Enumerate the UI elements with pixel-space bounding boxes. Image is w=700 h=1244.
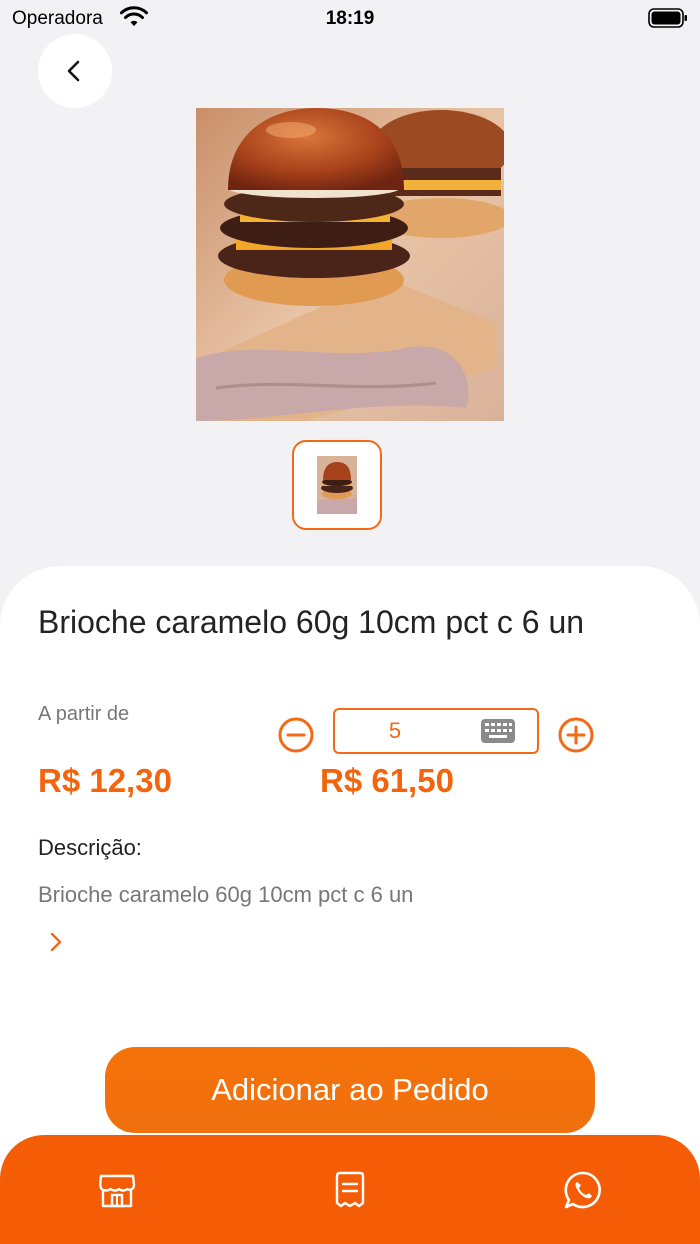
unit-price: R$ 12,30 — [38, 762, 172, 799]
minus-circle-icon — [278, 717, 314, 753]
increase-quantity-button[interactable] — [557, 716, 595, 754]
quantity-value: 5 — [388, 718, 402, 743]
back-button[interactable] — [38, 34, 112, 108]
chevron-left-icon — [67, 60, 80, 82]
plus-circle-icon — [558, 717, 594, 753]
add-to-order-button[interactable]: Adicionar ao Pedido — [105, 1047, 595, 1133]
whatsapp-icon — [564, 1171, 601, 1209]
battery-icon — [648, 8, 687, 28]
total-price: R$ 61,50 — [320, 762, 454, 799]
decrease-quantity-button[interactable] — [277, 716, 315, 754]
chevron-right-icon[interactable] — [46, 930, 66, 954]
store-icon — [99, 1174, 136, 1208]
status-bar: Operadora 18:19 — [0, 0, 700, 36]
description-label: Descrição: — [38, 835, 142, 860]
nav-whatsapp-button[interactable] — [563, 1170, 603, 1210]
clock: 18:19 — [325, 8, 375, 29]
product-image — [196, 108, 504, 421]
thumbnail-selected[interactable] — [292, 440, 382, 530]
nav-store-button[interactable] — [97, 1170, 137, 1210]
thumbnail-image — [317, 456, 357, 514]
receipt-icon — [335, 1171, 365, 1208]
bottom-nav — [0, 1135, 700, 1244]
description-text: Brioche caramelo 60g 10cm pct c 6 un — [38, 882, 414, 907]
keyboard-icon[interactable] — [481, 719, 515, 743]
quantity-input[interactable]: 5 — [333, 708, 539, 754]
product-title: Brioche caramelo 60g 10cm pct c 6 un — [38, 604, 585, 640]
price-from-label: A partir de — [38, 703, 130, 725]
nav-orders-button[interactable] — [330, 1170, 370, 1210]
